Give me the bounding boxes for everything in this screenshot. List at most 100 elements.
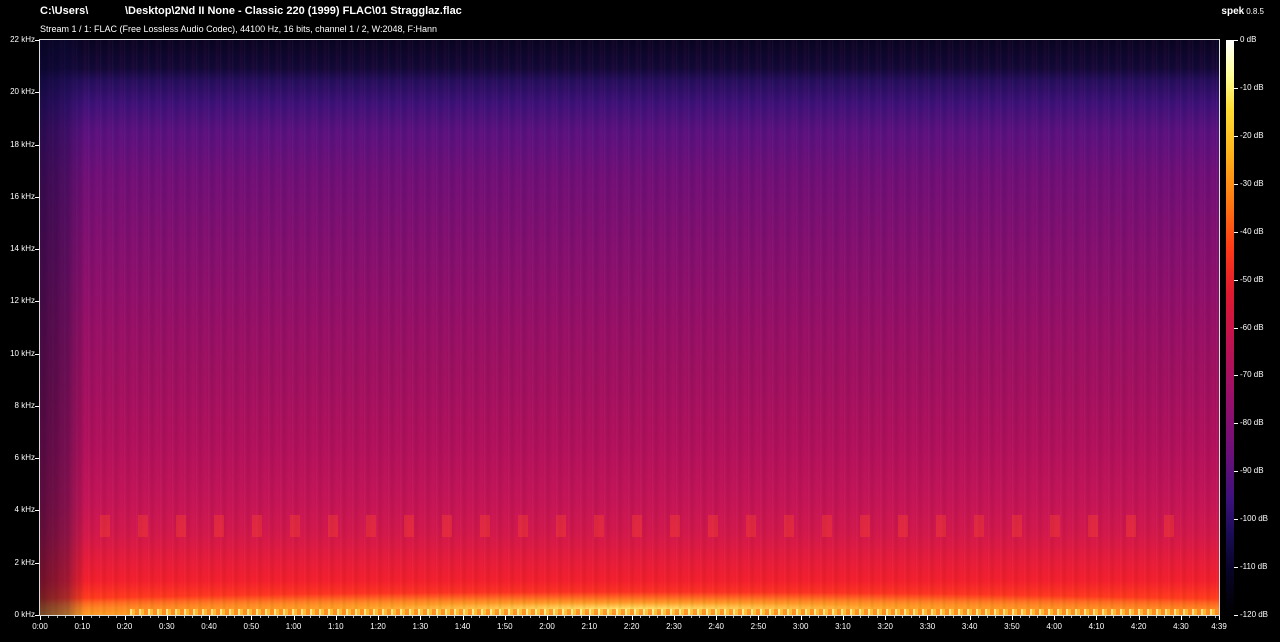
time-minor-tick <box>1164 616 1166 618</box>
time-tick-label: 1:30 <box>412 622 429 631</box>
time-tick <box>1219 616 1220 620</box>
time-minor-tick <box>1155 616 1157 618</box>
db-tick <box>1234 567 1238 569</box>
time-minor-tick <box>851 616 853 618</box>
time-tick <box>82 616 84 620</box>
spectrogram-plot <box>39 39 1220 616</box>
time-tick-label: 2:40 <box>708 622 724 631</box>
time-minor-tick <box>555 616 557 618</box>
time-tick-label: 0:50 <box>243 622 260 631</box>
db-tick-label: -30 dB <box>1240 178 1264 188</box>
time-tick <box>251 616 253 620</box>
time-minor-tick <box>479 616 481 618</box>
time-tick-label: 1:00 <box>285 622 302 631</box>
time-minor-tick <box>995 616 997 618</box>
time-minor-tick <box>175 616 177 618</box>
time-minor-tick <box>530 616 532 618</box>
time-minor-tick <box>403 616 405 618</box>
time-minor-tick <box>749 616 751 618</box>
time-minor-tick <box>766 616 768 618</box>
freq-tick <box>35 144 39 146</box>
time-minor-tick <box>1045 616 1047 618</box>
time-tick-label: 1:20 <box>370 622 386 631</box>
time-minor-tick <box>1071 616 1073 618</box>
time-minor-tick <box>183 616 185 618</box>
spectrogram-4khz-band <box>100 515 1179 537</box>
time-minor-tick <box>1028 616 1030 618</box>
time-minor-tick <box>437 616 439 618</box>
time-minor-tick <box>783 616 785 618</box>
time-minor-tick <box>454 616 456 618</box>
time-tick-label: 1:10 <box>328 622 344 631</box>
freq-tick-label: 0 kHz <box>14 610 35 619</box>
time-minor-tick <box>935 616 937 618</box>
time-minor-tick <box>707 616 709 618</box>
freq-tick-label: 8 kHz <box>14 400 35 410</box>
freq-tick-label: 12 kHz <box>10 296 35 306</box>
freq-tick <box>35 458 39 460</box>
time-minor-tick <box>656 616 658 618</box>
time-minor-tick <box>107 616 109 618</box>
db-tick <box>1234 87 1238 89</box>
time-minor-tick <box>1121 616 1123 618</box>
time-tick <box>673 616 675 620</box>
time-minor-tick <box>978 616 980 618</box>
freq-tick-label: 2 kHz <box>14 557 35 567</box>
time-tick-label: 4:10 <box>1088 622 1105 631</box>
time-minor-tick <box>192 616 194 618</box>
freq-tick <box>35 405 39 407</box>
freq-tick-label: 16 kHz <box>10 191 35 201</box>
time-minor-tick <box>809 616 811 618</box>
freq-tick <box>35 615 39 616</box>
time-tick <box>800 616 802 620</box>
time-minor-tick <box>775 616 777 618</box>
time-minor-tick <box>259 616 261 618</box>
time-minor-tick <box>344 616 346 618</box>
time-minor-tick <box>1088 616 1089 618</box>
time-minor-tick <box>361 616 363 618</box>
time-tick <box>547 616 549 620</box>
time-tick-label: 4:20 <box>1130 622 1147 631</box>
freq-tick-label: 14 kHz <box>10 244 35 254</box>
freq-tick <box>35 40 39 41</box>
time-minor-tick <box>910 616 912 618</box>
time-minor-tick <box>394 616 396 618</box>
time-minor-tick <box>944 616 946 618</box>
time-minor-tick <box>1113 616 1115 618</box>
time-minor-tick <box>56 616 58 618</box>
time-minor-tick <box>90 616 92 618</box>
db-tick <box>1234 327 1238 329</box>
db-tick-label: -80 dB <box>1240 418 1264 428</box>
time-tick-label: 0:40 <box>201 622 217 631</box>
freq-tick <box>35 301 39 303</box>
stream-info: Stream 1 / 1: FLAC (Free Lossless Audio … <box>40 24 438 34</box>
db-tick-label: -20 dB <box>1240 130 1264 140</box>
time-tick <box>124 616 126 620</box>
time-minor-tick <box>369 616 371 618</box>
db-tick <box>1234 423 1238 425</box>
time-tick-label: 4:39 <box>1211 622 1227 631</box>
time-minor-tick <box>1037 616 1039 618</box>
freq-tick <box>35 196 39 198</box>
time-minor-tick <box>302 616 303 618</box>
time-tick-label: 3:00 <box>792 622 809 631</box>
time-minor-tick <box>200 616 202 618</box>
time-minor-tick <box>741 616 743 618</box>
time-tick <box>969 616 971 620</box>
time-minor-tick <box>623 616 625 618</box>
time-minor-tick <box>868 616 870 618</box>
time-minor-tick <box>893 616 895 618</box>
time-minor-tick <box>352 616 354 618</box>
time-tick <box>1180 616 1182 620</box>
time-minor-tick <box>724 616 726 618</box>
time-minor-tick <box>445 616 447 618</box>
time-minor-tick <box>411 616 413 618</box>
time-tick-label: 1:40 <box>454 622 471 631</box>
time-minor-tick <box>1172 616 1174 618</box>
time-tick-label: 3:40 <box>961 622 978 631</box>
freq-tick-label: 22 kHz <box>10 35 35 44</box>
time-minor-tick <box>1197 616 1199 618</box>
time-minor-tick <box>564 616 565 618</box>
time-minor-tick <box>1079 616 1081 618</box>
time-tick <box>716 616 718 620</box>
